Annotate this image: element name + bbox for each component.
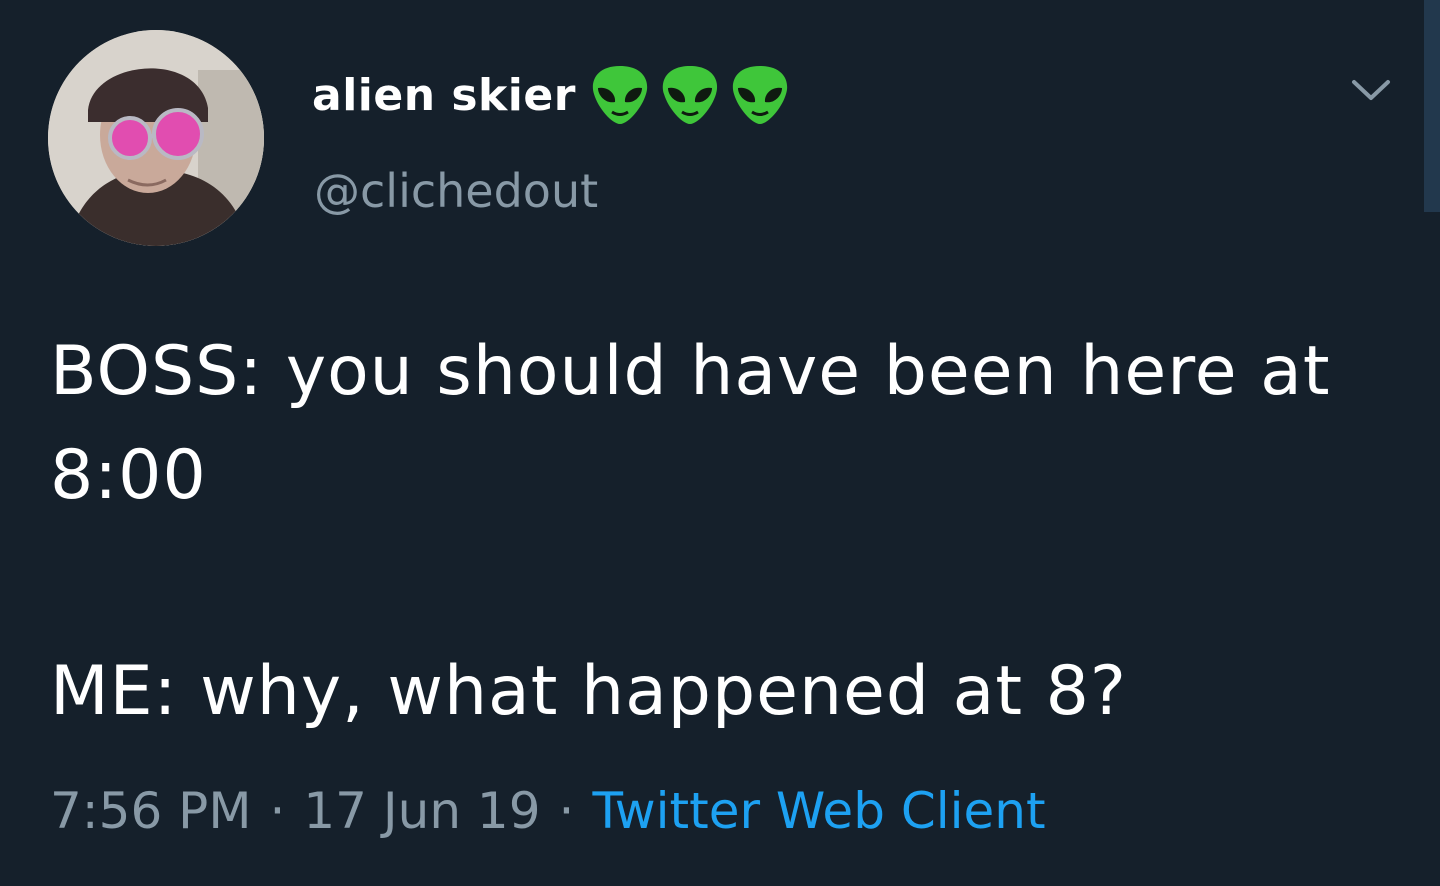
tweet-meta: 7:56 PM · 17 Jun 19 · Twitter Web Client bbox=[50, 782, 1046, 840]
alien-emoji-icon bbox=[592, 66, 648, 124]
tweet-time[interactable]: 7:56 PM bbox=[50, 782, 251, 840]
name-emojis bbox=[588, 64, 792, 126]
display-name[interactable]: alien skier bbox=[312, 64, 792, 126]
tweet-text: BOSS: you should have been here at 8:00 … bbox=[50, 320, 1390, 744]
tweet-line-me: ME: why, what happened at 8? bbox=[50, 652, 1127, 731]
scrollbar[interactable] bbox=[1424, 0, 1440, 212]
tweet-card: alien skier @clichedout BOSS: you should… bbox=[0, 0, 1440, 886]
line-spacer bbox=[50, 528, 1390, 640]
user-handle[interactable]: @clichedout bbox=[314, 164, 598, 218]
tweet-source-link[interactable]: Twitter Web Client bbox=[592, 782, 1045, 840]
avatar-photo bbox=[48, 30, 264, 246]
avatar[interactable] bbox=[48, 30, 264, 246]
chevron-down-icon[interactable] bbox=[1348, 72, 1394, 108]
tweet-line-boss: BOSS: you should have been here at 8:00 bbox=[50, 332, 1354, 515]
alien-emoji-icon bbox=[662, 66, 718, 124]
meta-separator: · bbox=[558, 782, 575, 840]
meta-separator: · bbox=[269, 782, 286, 840]
tweet-date[interactable]: 17 Jun 19 bbox=[303, 782, 540, 840]
display-name-text[interactable]: alien skier bbox=[312, 70, 576, 121]
alien-emoji-icon bbox=[732, 66, 788, 124]
